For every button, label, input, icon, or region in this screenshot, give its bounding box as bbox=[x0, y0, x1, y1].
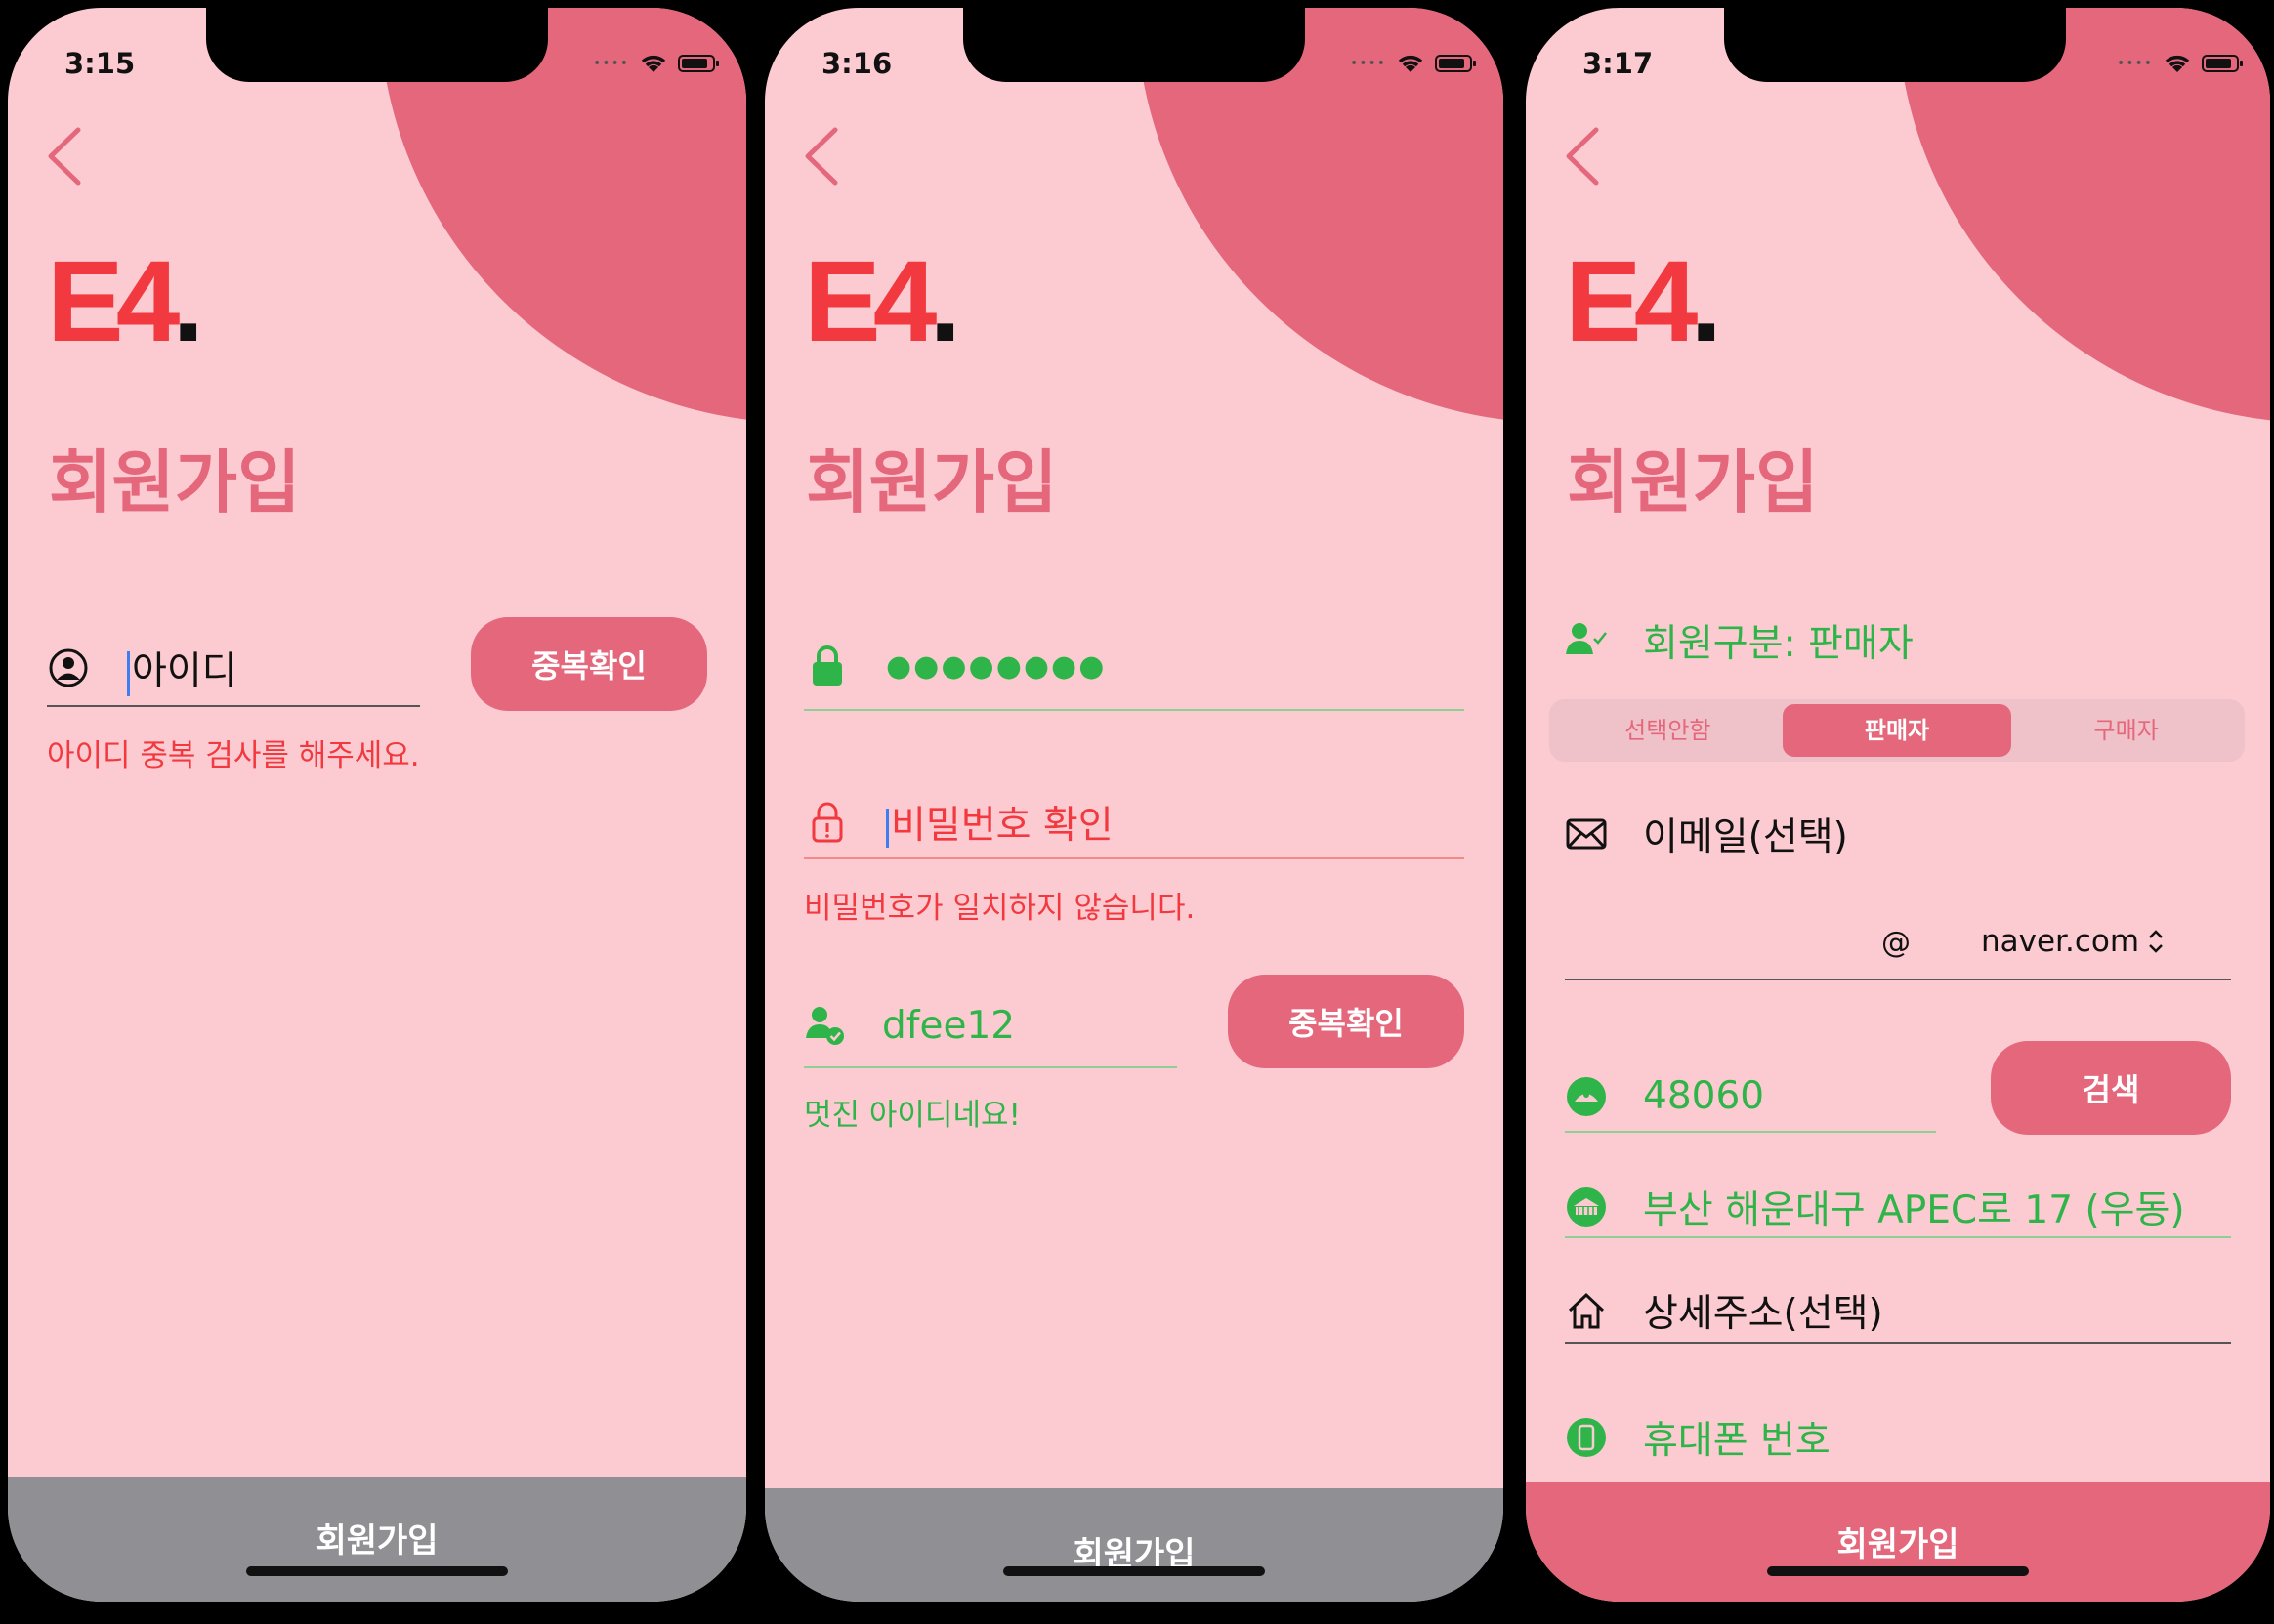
home-indicator bbox=[1003, 1566, 1265, 1576]
detail-address-input[interactable]: 상세주소(선택) bbox=[1643, 1283, 1883, 1338]
member-type-label: 회원구분: 판매자 bbox=[1643, 622, 1914, 666]
house-icon bbox=[1565, 1289, 1608, 1332]
page-title: 회원가입 bbox=[1567, 442, 1819, 522]
home-indicator bbox=[1767, 1566, 2029, 1576]
status-time: 3:15 bbox=[64, 47, 136, 80]
lock-warning-icon bbox=[806, 801, 849, 844]
screen-signup-id-check: 3:15 •••• E4. 회원가입 아이디 중복확인 아이디 중복 검사를 해… bbox=[8, 8, 746, 1602]
phone-circle-icon bbox=[1565, 1416, 1608, 1459]
duplicate-check-button[interactable]: 중복확인 bbox=[1228, 975, 1464, 1068]
email-at-symbol: @ bbox=[1881, 926, 1911, 960]
signup-submit-button[interactable]: 회원가입 bbox=[765, 1488, 1503, 1602]
phone-input[interactable]: 휴대폰 번호 bbox=[1643, 1410, 1831, 1465]
member-type-row: 회원구분: 판매자 bbox=[1565, 613, 1914, 668]
wifi-icon bbox=[1398, 55, 1423, 72]
app-logo: E4. bbox=[804, 237, 961, 366]
member-type-segmented-control[interactable]: 선택안함 판매자 구매자 bbox=[1549, 699, 2245, 762]
status-icons: •••• bbox=[1349, 53, 1476, 74]
page-title: 회원가입 bbox=[806, 442, 1058, 522]
password-confirm-row[interactable]: 비밀번호 확인 bbox=[806, 795, 1114, 850]
lock-filled-icon bbox=[806, 645, 849, 687]
status-time: 3:16 bbox=[821, 47, 893, 80]
chevron-up-down-icon bbox=[2149, 930, 2163, 953]
password-underline bbox=[804, 709, 1464, 711]
address-text: 부산 해운대구 APEC로 17 (우동) bbox=[1643, 1188, 2185, 1232]
battery-icon bbox=[2202, 55, 2243, 72]
signup-submit-button[interactable]: 회원가입 bbox=[1526, 1482, 2270, 1602]
email-domain-picker[interactable]: naver.com bbox=[1981, 924, 2165, 959]
notch bbox=[206, 8, 548, 82]
email-input[interactable]: 이메일(선택) bbox=[1643, 807, 1848, 861]
id-underline bbox=[47, 705, 420, 707]
phone-input-row[interactable]: 휴대폰 번호 bbox=[1565, 1410, 1831, 1465]
envelope-icon bbox=[1565, 812, 1608, 855]
email-input-row[interactable]: 이메일(선택) bbox=[1565, 807, 1848, 861]
screen-signup-password: 3:16 •••• E4. 회원가입 ●●●●●●●● 비밀번호 확인 비밀번호… bbox=[765, 8, 1503, 1602]
back-chevron-icon[interactable] bbox=[45, 127, 84, 186]
battery-icon bbox=[678, 55, 719, 72]
back-chevron-icon[interactable] bbox=[1563, 127, 1602, 186]
person-circle-icon bbox=[47, 646, 90, 689]
password-confirm-underline bbox=[804, 857, 1464, 859]
id-input[interactable]: 아이디 bbox=[127, 641, 237, 696]
detail-address-underline bbox=[1565, 1342, 2231, 1344]
address-row: 부산 해운대구 APEC로 17 (우동) bbox=[1565, 1180, 2185, 1234]
id-input-row[interactable]: dfee12 bbox=[804, 1004, 1015, 1048]
signal-icon: •••• bbox=[1349, 56, 1386, 71]
address-search-button[interactable]: 검색 bbox=[1991, 1041, 2231, 1135]
id-input[interactable]: dfee12 bbox=[882, 1004, 1015, 1048]
email-underline bbox=[1565, 979, 2231, 980]
notch bbox=[963, 8, 1305, 82]
battery-icon bbox=[1435, 55, 1476, 72]
id-error-message: 아이디 중복 검사를 해주세요. bbox=[47, 738, 420, 773]
id-underline bbox=[804, 1066, 1177, 1068]
segment-buyer[interactable]: 구매자 bbox=[2011, 704, 2241, 757]
segment-none[interactable]: 선택안함 bbox=[1553, 704, 1783, 757]
signup-submit-button[interactable]: 회원가입 bbox=[8, 1477, 746, 1602]
zip-input-row[interactable]: 48060 bbox=[1565, 1074, 1764, 1118]
zip-underline bbox=[1565, 1131, 1936, 1133]
wifi-icon bbox=[2165, 55, 2190, 72]
status-time: 3:17 bbox=[1582, 47, 1654, 80]
app-logo: E4. bbox=[1565, 237, 1722, 366]
back-chevron-icon[interactable] bbox=[802, 127, 841, 186]
status-icons: •••• bbox=[592, 53, 719, 74]
address-underline bbox=[1565, 1236, 2231, 1238]
app-logo: E4. bbox=[47, 237, 204, 366]
email-domain-value: naver.com bbox=[1981, 924, 2140, 959]
screen-signup-details: 3:17 •••• E4. 회원가입 회원구분: 판매자 선택안함 판매자 구매… bbox=[1526, 8, 2270, 1602]
notch bbox=[1724, 8, 2066, 82]
signal-icon: •••• bbox=[592, 56, 629, 71]
password-mismatch-message: 비밀번호가 일치하지 않습니다. bbox=[804, 891, 1196, 926]
wifi-icon bbox=[641, 55, 666, 72]
duplicate-check-button[interactable]: 중복확인 bbox=[471, 617, 707, 711]
segment-seller[interactable]: 판매자 bbox=[1782, 704, 2012, 757]
password-confirm-input[interactable]: 비밀번호 확인 bbox=[886, 795, 1114, 850]
person-checkmark-icon bbox=[804, 1005, 847, 1048]
id-input-row[interactable]: 아이디 bbox=[47, 641, 237, 696]
home-indicator bbox=[246, 1566, 508, 1576]
password-input[interactable]: ●●●●●●●● bbox=[886, 649, 1106, 684]
detail-address-row[interactable]: 상세주소(선택) bbox=[1565, 1283, 1883, 1338]
map-circle-icon bbox=[1565, 1075, 1608, 1118]
zip-input[interactable]: 48060 bbox=[1643, 1074, 1764, 1118]
person-check-icon bbox=[1565, 619, 1608, 662]
building-circle-icon bbox=[1565, 1186, 1608, 1228]
page-title: 회원가입 bbox=[49, 442, 301, 522]
signal-icon: •••• bbox=[2116, 56, 2153, 71]
password-input-row[interactable]: ●●●●●●●● bbox=[806, 645, 1106, 687]
status-icons: •••• bbox=[2116, 53, 2243, 74]
id-success-message: 멋진 아이디네요! bbox=[804, 1098, 1021, 1133]
